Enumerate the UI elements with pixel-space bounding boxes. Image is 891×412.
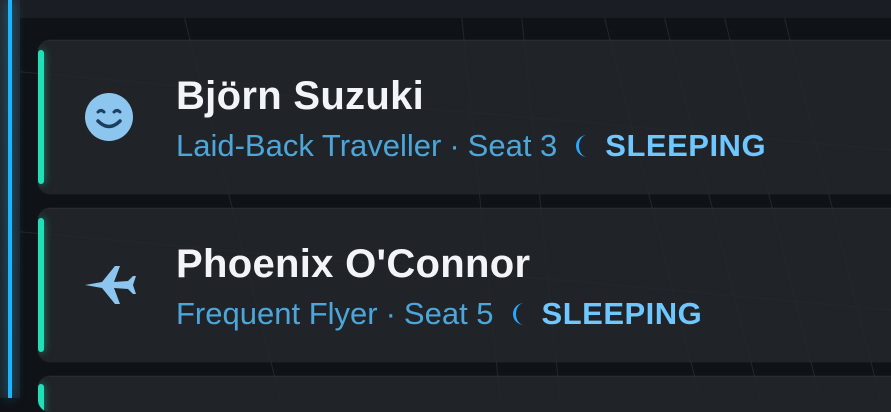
passenger-type: Laid-Back Traveller — [176, 128, 442, 163]
passenger-name: Björn Suzuki — [176, 74, 425, 118]
status-badge: SLEEPING — [541, 296, 703, 331]
passenger-subline: Frequent Flyer · Seat 5 SLEEPING — [176, 296, 702, 332]
moon-icon — [571, 132, 593, 160]
passenger-type: Frequent Flyer — [176, 296, 378, 331]
passenger-card[interactable]: Phoenix O'Connor Frequent Flyer · Seat 5… — [38, 208, 891, 362]
separator-dot: · — [385, 296, 396, 331]
seat-label: Seat 3 — [467, 128, 558, 163]
separator-dot: · — [449, 128, 460, 163]
top-panel-edge — [0, 0, 891, 18]
seat-label: Seat 5 — [403, 296, 494, 331]
passenger-name: Phoenix O'Connor — [176, 242, 531, 286]
moon-icon — [508, 300, 530, 328]
passenger-list: Björn Suzuki Laid-Back Traveller · Seat … — [38, 40, 891, 412]
status-badge: SLEEPING — [605, 128, 767, 163]
smile-icon — [80, 88, 138, 146]
passenger-subline: Laid-Back Traveller · Seat 3 SLEEPING — [176, 128, 766, 164]
left-accent-bar — [8, 0, 12, 398]
passenger-card-partial[interactable] — [38, 376, 891, 412]
passenger-card[interactable]: Björn Suzuki Laid-Back Traveller · Seat … — [38, 40, 891, 194]
plane-icon — [80, 256, 138, 314]
